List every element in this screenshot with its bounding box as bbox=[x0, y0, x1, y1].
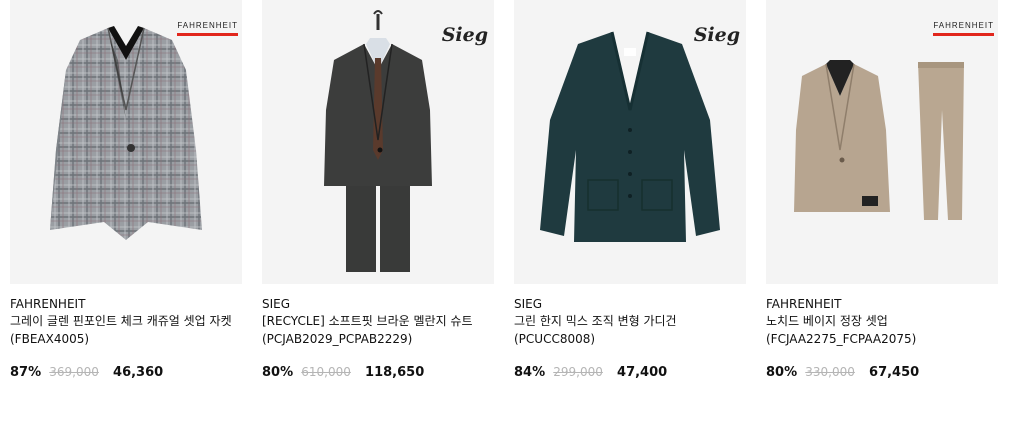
sale-price: 47,400 bbox=[617, 365, 668, 380]
brand-logo: FAHRENHEIT bbox=[933, 22, 994, 36]
original-price: 610,000 bbox=[301, 365, 351, 379]
product-brand[interactable]: SIEG bbox=[262, 296, 494, 312]
price-row: 80% 610,000 118,650 bbox=[262, 364, 494, 381]
brand-logo: FAHRENHEIT bbox=[177, 22, 238, 36]
sale-price: 118,650 bbox=[365, 365, 425, 380]
product-card[interactable]: FAHRENHEIT FAHRENHEIT 그레이 글렌 핀포인트 체크 캐쥬얼… bbox=[10, 0, 242, 381]
product-image[interactable]: FAHRENHEIT bbox=[766, 0, 998, 284]
discount-rate: 87% bbox=[10, 365, 42, 380]
product-card[interactable]: Sieg SIEG [RECYCLE] 소프트핏 브라운 멜란지 슈트 (PCJ… bbox=[262, 0, 494, 381]
product-card[interactable]: Sieg SIEG 그린 한지 믹스 조직 변형 가디건 (PCUCC8008)… bbox=[514, 0, 746, 381]
original-price: 369,000 bbox=[49, 365, 99, 379]
brand-logo: Sieg bbox=[441, 24, 488, 46]
sale-price: 46,360 bbox=[113, 365, 164, 380]
product-brand[interactable]: FAHRENHEIT bbox=[766, 296, 998, 312]
sale-price: 67,450 bbox=[869, 365, 920, 380]
product-title[interactable]: [RECYCLE] 소프트핏 브라운 멜란지 슈트 (PCJAB2029_PCP… bbox=[262, 312, 494, 348]
product-grid: FAHRENHEIT FAHRENHEIT 그레이 글렌 핀포인트 체크 캐쥬얼… bbox=[0, 0, 1011, 424]
discount-rate: 80% bbox=[766, 365, 798, 380]
product-card[interactable]: FAHRENHEIT FAHRENHEIT 노치드 베이지 정장 셋업 (FCJ… bbox=[766, 0, 998, 381]
price-row: 84% 299,000 47,400 bbox=[514, 364, 746, 381]
brand-logo: Sieg bbox=[693, 24, 740, 46]
gray-check-blazer-icon bbox=[50, 26, 202, 240]
product-brand[interactable]: FAHRENHEIT bbox=[10, 296, 242, 312]
product-image[interactable]: FAHRENHEIT bbox=[10, 0, 242, 284]
product-brand[interactable]: SIEG bbox=[514, 296, 746, 312]
original-price: 299,000 bbox=[553, 365, 603, 379]
product-title[interactable]: 그레이 글렌 핀포인트 체크 캐쥬얼 셋업 자켓 (FBEAX4005) bbox=[10, 312, 242, 348]
discount-rate: 84% bbox=[514, 365, 546, 380]
price-row: 80% 330,000 67,450 bbox=[766, 364, 998, 381]
product-title[interactable]: 노치드 베이지 정장 셋업 (FCJAA2275_FCPAA2075) bbox=[766, 312, 998, 348]
discount-rate: 80% bbox=[262, 365, 294, 380]
beige-suit-setup-icon bbox=[794, 60, 964, 220]
price-row: 87% 369,000 46,360 bbox=[10, 364, 242, 381]
product-image[interactable]: Sieg bbox=[262, 0, 494, 284]
product-title[interactable]: 그린 한지 믹스 조직 변형 가디건 (PCUCC8008) bbox=[514, 312, 746, 348]
product-image[interactable]: Sieg bbox=[514, 0, 746, 284]
original-price: 330,000 bbox=[805, 365, 855, 379]
